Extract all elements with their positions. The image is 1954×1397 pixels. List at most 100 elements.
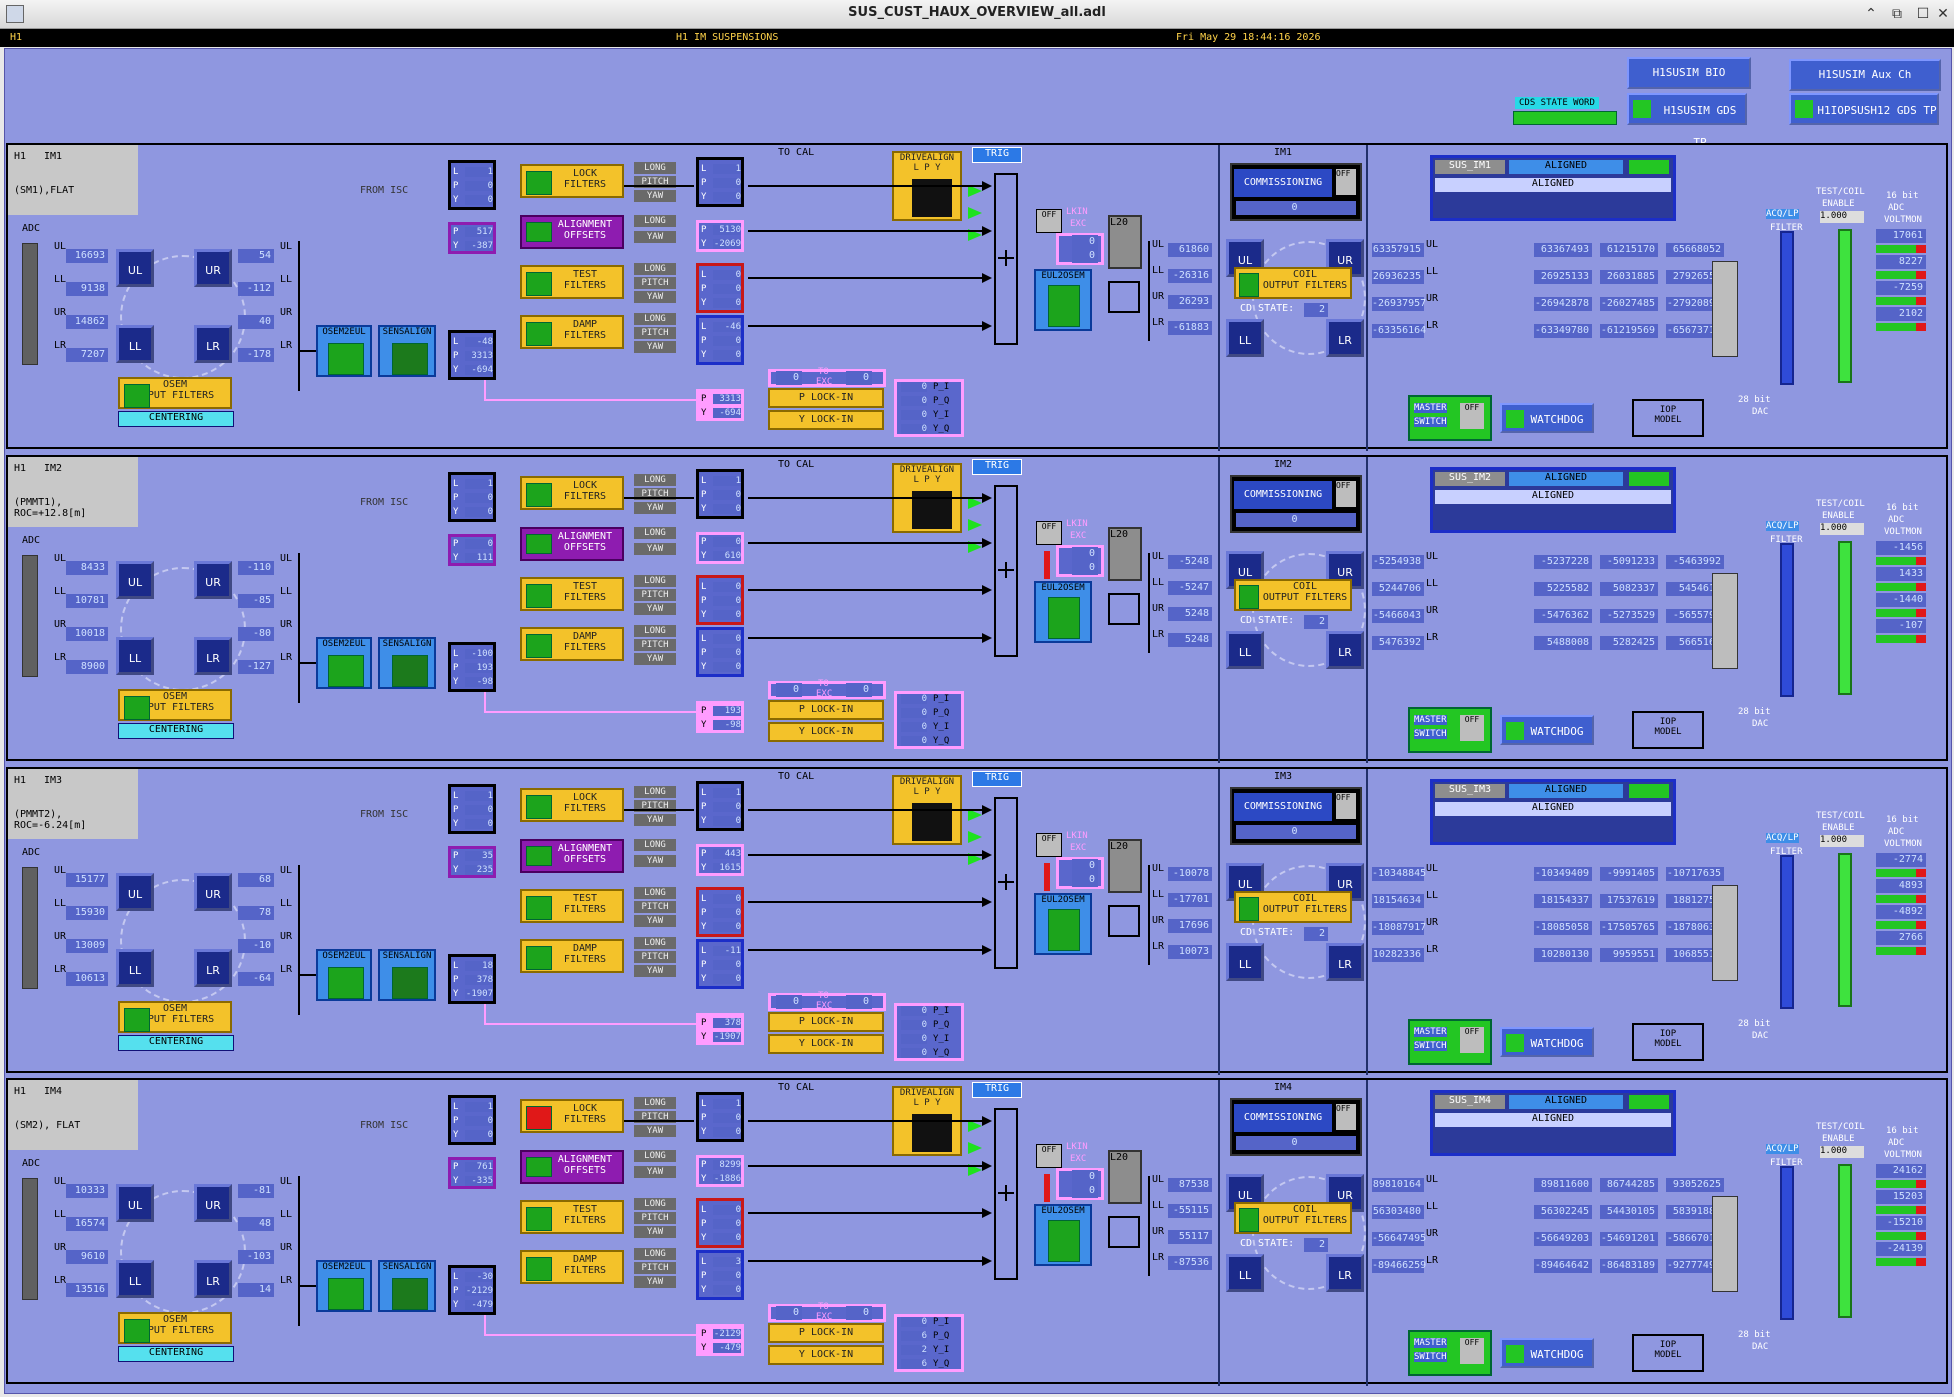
- coil-output-filters-button[interactable]: COIL OUTPUT FILTERS: [1234, 1202, 1352, 1234]
- watchdog-button[interactable]: WATCHDOG: [1500, 403, 1594, 433]
- osem-node-ul[interactable]: UL: [116, 1184, 154, 1222]
- master-off-on-switch[interactable]: OFF: [1460, 1338, 1484, 1364]
- coil-node-ll[interactable]: LL: [1226, 631, 1264, 669]
- osem-node-lr[interactable]: LR: [194, 1260, 232, 1298]
- centering-button[interactable]: CENTERING: [118, 723, 234, 739]
- osem-node-lr[interactable]: LR: [194, 637, 232, 675]
- maximize-icon[interactable]: ☐: [1914, 5, 1932, 23]
- enable-value[interactable]: 1.000: [1820, 211, 1864, 223]
- master-switch[interactable]: MASTER SWITCH OFF: [1408, 707, 1492, 753]
- close-icon[interactable]: ✕: [1934, 5, 1952, 23]
- gds-tp-button[interactable]: H1SUSIM GDS TP: [1627, 93, 1747, 149]
- coil-output-filters-button[interactable]: COIL OUTPUT FILTERS: [1234, 891, 1352, 923]
- osem-input-filters-button[interactable]: OSEM INPUT FILTERS: [118, 689, 232, 721]
- osem-node-ll[interactable]: LL: [116, 637, 154, 675]
- commissioning-button[interactable]: COMMISSIONING: [1234, 793, 1332, 821]
- y-lockin-button[interactable]: Y LOCK-IN: [768, 722, 884, 742]
- lock-filters-button[interactable]: LOCK FILTERS: [520, 788, 624, 822]
- guardian-request-dropdown[interactable]: ALIGNED: [1435, 178, 1671, 192]
- restore-icon[interactable]: ⧉: [1888, 5, 1906, 23]
- master-off-on-switch[interactable]: OFF: [1460, 715, 1484, 741]
- guardian-request-dropdown[interactable]: ALIGNED: [1435, 490, 1671, 504]
- master-off-on-switch[interactable]: OFF: [1460, 403, 1484, 429]
- commissioning-off-on-switch[interactable]: OFF: [1336, 793, 1356, 819]
- iop-model-button[interactable]: IOP MODEL: [1632, 1334, 1704, 1372]
- iop-model-button[interactable]: IOP MODEL: [1632, 711, 1704, 749]
- guardian-request-dropdown[interactable]: ALIGNED: [1435, 1113, 1671, 1127]
- coil-output-filters-button[interactable]: COIL OUTPUT FILTERS: [1234, 267, 1352, 299]
- bio-button[interactable]: H1SUSIM BIO: [1627, 57, 1751, 89]
- y-lockin-button[interactable]: Y LOCK-IN: [768, 410, 884, 430]
- minimize-icon[interactable]: ⌃: [1862, 5, 1880, 23]
- lock-filters-button[interactable]: LOCK FILTERS: [520, 164, 624, 198]
- test-filters-button[interactable]: TEST FILTERS: [520, 1200, 624, 1234]
- coil-node-lr[interactable]: LR: [1326, 1254, 1364, 1292]
- alignment-offsets-button[interactable]: ALIGNMENT OFFSETS: [520, 215, 624, 249]
- damp-filters-button[interactable]: DAMP FILTERS: [520, 1250, 624, 1284]
- enable-value[interactable]: 1.000: [1820, 523, 1864, 535]
- damp-filters-button[interactable]: DAMP FILTERS: [520, 315, 624, 349]
- p-lockin-button[interactable]: P LOCK-IN: [768, 700, 884, 720]
- osem-node-ul[interactable]: UL: [116, 561, 154, 599]
- master-switch[interactable]: MASTER SWITCH OFF: [1408, 395, 1492, 441]
- trig-button[interactable]: TRIG: [972, 147, 1022, 163]
- guardian-request-dropdown[interactable]: ALIGNED: [1435, 802, 1671, 816]
- eul2osem-button[interactable]: EUL2OSEM: [1034, 893, 1092, 955]
- y-lockin-button[interactable]: Y LOCK-IN: [768, 1034, 884, 1054]
- watchdog-button[interactable]: WATCHDOG: [1500, 1338, 1594, 1368]
- centering-button[interactable]: CENTERING: [118, 411, 234, 427]
- aux-channels-button[interactable]: H1SUSIM Aux Ch: [1789, 59, 1941, 91]
- lkin-off-on-switch[interactable]: OFF: [1036, 521, 1062, 545]
- trig-button[interactable]: TRIG: [972, 459, 1022, 475]
- p-lockin-button[interactable]: P LOCK-IN: [768, 1323, 884, 1343]
- coil-node-lr[interactable]: LR: [1326, 631, 1364, 669]
- osem-node-ll[interactable]: LL: [116, 1260, 154, 1298]
- coil-output-filters-button[interactable]: COIL OUTPUT FILTERS: [1234, 579, 1352, 611]
- alignment-offsets-button[interactable]: ALIGNMENT OFFSETS: [520, 1150, 624, 1184]
- iop-model-button[interactable]: IOP MODEL: [1632, 399, 1704, 437]
- eul2osem-button[interactable]: EUL2OSEM: [1034, 581, 1092, 643]
- trig-button[interactable]: TRIG: [972, 1082, 1022, 1098]
- coil-node-lr[interactable]: LR: [1326, 943, 1364, 981]
- commissioning-button[interactable]: COMMISSIONING: [1234, 169, 1332, 197]
- osem2eul-button[interactable]: OSEM2EUL: [316, 1260, 372, 1312]
- commissioning-off-on-switch[interactable]: OFF: [1336, 169, 1356, 195]
- osem-node-ul[interactable]: UL: [116, 873, 154, 911]
- coil-node-ll[interactable]: LL: [1226, 319, 1264, 357]
- osem-input-filters-button[interactable]: OSEM INPUT FILTERS: [118, 1001, 232, 1033]
- p-lockin-button[interactable]: P LOCK-IN: [768, 388, 884, 408]
- osem-node-lr[interactable]: LR: [194, 325, 232, 363]
- coil-node-ll[interactable]: LL: [1226, 1254, 1264, 1292]
- osem-input-filters-button[interactable]: OSEM INPUT FILTERS: [118, 377, 232, 409]
- commissioning-button[interactable]: COMMISSIONING: [1234, 481, 1332, 509]
- lkin-off-on-switch[interactable]: OFF: [1036, 209, 1062, 233]
- sensalign-button[interactable]: SENSALIGN: [378, 325, 436, 377]
- watchdog-button[interactable]: WATCHDOG: [1500, 1027, 1594, 1057]
- osem-node-ur[interactable]: UR: [194, 561, 232, 599]
- centering-button[interactable]: CENTERING: [118, 1035, 234, 1051]
- osem-node-ul[interactable]: UL: [116, 249, 154, 287]
- sensalign-button[interactable]: SENSALIGN: [378, 949, 436, 1001]
- osem-node-ll[interactable]: LL: [116, 325, 154, 363]
- coil-node-lr[interactable]: LR: [1326, 319, 1364, 357]
- test-filters-button[interactable]: TEST FILTERS: [520, 889, 624, 923]
- centering-button[interactable]: CENTERING: [118, 1346, 234, 1362]
- watchdog-button[interactable]: WATCHDOG: [1500, 715, 1594, 745]
- lkin-off-on-switch[interactable]: OFF: [1036, 1144, 1062, 1168]
- trig-button[interactable]: TRIG: [972, 771, 1022, 787]
- eul2osem-button[interactable]: EUL2OSEM: [1034, 269, 1092, 331]
- damp-filters-button[interactable]: DAMP FILTERS: [520, 939, 624, 973]
- eul2osem-button[interactable]: EUL2OSEM: [1034, 1204, 1092, 1266]
- osem2eul-button[interactable]: OSEM2EUL: [316, 325, 372, 377]
- commissioning-button[interactable]: COMMISSIONING: [1234, 1104, 1332, 1132]
- osem2eul-button[interactable]: OSEM2EUL: [316, 637, 372, 689]
- enable-value[interactable]: 1.000: [1820, 835, 1864, 847]
- osem-node-ll[interactable]: LL: [116, 949, 154, 987]
- osem2eul-button[interactable]: OSEM2EUL: [316, 949, 372, 1001]
- osem-node-ur[interactable]: UR: [194, 249, 232, 287]
- coil-node-ll[interactable]: LL: [1226, 943, 1264, 981]
- lkin-off-on-switch[interactable]: OFF: [1036, 833, 1062, 857]
- iop-gds-tp-button[interactable]: H1IOPSUSH12 GDS TP: [1789, 93, 1939, 125]
- master-off-on-switch[interactable]: OFF: [1460, 1027, 1484, 1053]
- commissioning-off-on-switch[interactable]: OFF: [1336, 1104, 1356, 1130]
